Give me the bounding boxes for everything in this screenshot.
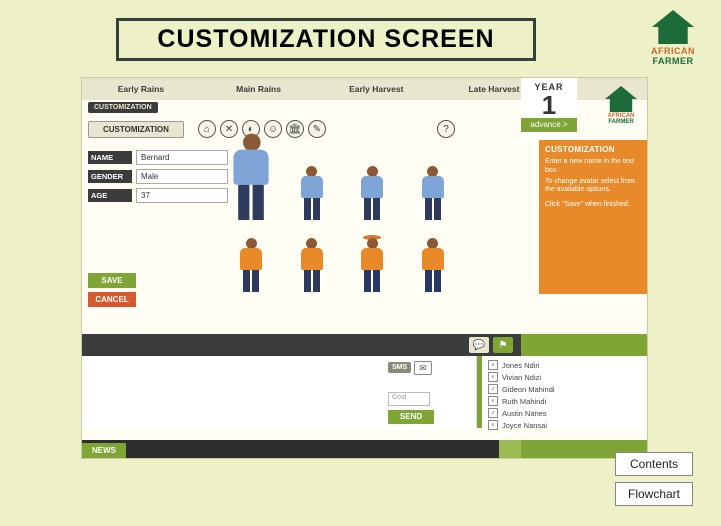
person-icon: ♀ [488, 360, 498, 370]
cost-input[interactable]: Cost [388, 392, 430, 406]
person-icon: ♀ [488, 396, 498, 406]
player-name: Joyce Nansai [502, 421, 547, 430]
season-early-harvest[interactable]: Early Harvest [317, 84, 435, 94]
age-label: AGE [88, 189, 132, 202]
player-row[interactable]: ♂ Gideon Mahindi [488, 384, 641, 394]
bank-icon[interactable]: 🏛 [286, 120, 304, 138]
save-button[interactable]: SAVE [88, 273, 136, 288]
help-panel: CUSTOMIZATION Enter a new name in the te… [539, 140, 647, 294]
player-row[interactable]: ♀ Vivian Ndizi [488, 372, 641, 382]
contents-button[interactable]: Contents [615, 452, 693, 476]
tab-customization[interactable]: CUSTOMIZATION [88, 121, 184, 138]
help-text-1: Enter a new name in the text box. [545, 158, 641, 176]
mail-icon[interactable]: ✉ [414, 361, 432, 375]
house-icon [605, 86, 637, 112]
player-row[interactable]: ♀ Ruth Mahindi [488, 396, 641, 406]
season-early-rains[interactable]: Early Rains [82, 84, 200, 94]
logo-line2-small: FARMER [605, 119, 637, 125]
advance-button[interactable]: advance > [521, 118, 577, 132]
player-name: Austin Nanes [502, 409, 547, 418]
help-text-2: To change avatar select from the availab… [545, 178, 641, 196]
season-main-rains[interactable]: Main Rains [200, 84, 318, 94]
age-input[interactable]: 37 [136, 188, 228, 203]
tab-customization-small[interactable]: CUSTOMIZATION [88, 102, 158, 113]
person-icon: ♂ [488, 384, 498, 394]
message-area: SMS ✉ Cost SEND ♀ Jones Ndiri ♀ Vivian Ndi… [82, 356, 647, 428]
avatar-option-4[interactable] [404, 142, 463, 220]
avatar-grid [222, 142, 462, 292]
chat-icon[interactable]: 💬 [469, 337, 489, 353]
sms-chip[interactable]: SMS [388, 362, 411, 373]
house-icon [652, 10, 694, 44]
right-accent [521, 334, 647, 356]
home-icon[interactable]: ⌂ [198, 120, 216, 138]
flowchart-button[interactable]: Flowchart [615, 482, 693, 506]
avatar-option-3[interactable] [343, 142, 402, 220]
avatar-option-6[interactable] [283, 222, 342, 292]
person-icon: ♀ [488, 372, 498, 382]
player-row[interactable]: ♀ Jones Ndiri [488, 360, 641, 370]
player-name: Jones Ndiri [502, 361, 540, 370]
player-name: Ruth Mahindi [502, 397, 546, 406]
gender-label: GENDER [88, 170, 132, 183]
player-row[interactable]: ♀ Joyce Nansai [488, 420, 641, 430]
player-name: Gideon Mahindi [502, 385, 555, 394]
logo-line1: AFRICAN [651, 46, 695, 56]
news-bar: NEWS [82, 440, 647, 458]
gender-select[interactable]: Male [136, 169, 228, 184]
help-text-3: Click "Save" when finished. [545, 201, 641, 210]
news-tab[interactable]: NEWS [82, 443, 126, 458]
avatar-option-2[interactable] [283, 142, 342, 220]
game-logo: AFRICAN FARMER [605, 86, 637, 125]
alert-icon[interactable]: ⚑ [493, 337, 513, 353]
avatar-option-5[interactable] [222, 222, 281, 292]
african-farmer-logo: AFRICAN FARMER [651, 10, 695, 66]
player-row[interactable]: ♂ Austin Nanes [488, 408, 641, 418]
person-icon: ♂ [488, 408, 498, 418]
slide-navigation: Contents Flowchart [615, 452, 693, 506]
notes-icon[interactable]: ✎ [308, 120, 326, 138]
cancel-button[interactable]: CANCEL [88, 292, 136, 307]
page-title: CUSTOMIZATION SCREEN [116, 18, 536, 61]
person-icon: ♀ [488, 420, 498, 430]
name-input[interactable]: Bernard [136, 150, 228, 165]
customization-form: NAME Bernard GENDER Male AGE 37 SAVE CAN… [88, 150, 228, 307]
news-accent-2 [499, 440, 521, 458]
avatar-option-1[interactable] [222, 142, 281, 220]
name-label: NAME [88, 151, 132, 164]
help-icon[interactable]: ? [437, 120, 455, 138]
comm-bar: 💬 ⚑ [82, 334, 647, 356]
logo-line2: FARMER [651, 56, 695, 66]
game-screenshot: Early Rains Main Rains Early Harvest Lat… [82, 78, 647, 458]
send-button[interactable]: SEND [388, 410, 434, 424]
help-title: CUSTOMIZATION [545, 145, 641, 155]
player-name: Vivian Ndizi [502, 373, 541, 382]
player-list: ♀ Jones Ndiri ♀ Vivian Ndizi ♂ Gideon Mahin… [477, 356, 647, 428]
year-value: 1 [521, 90, 577, 121]
avatar-option-8[interactable] [404, 222, 463, 292]
avatar-option-7[interactable] [343, 222, 402, 292]
